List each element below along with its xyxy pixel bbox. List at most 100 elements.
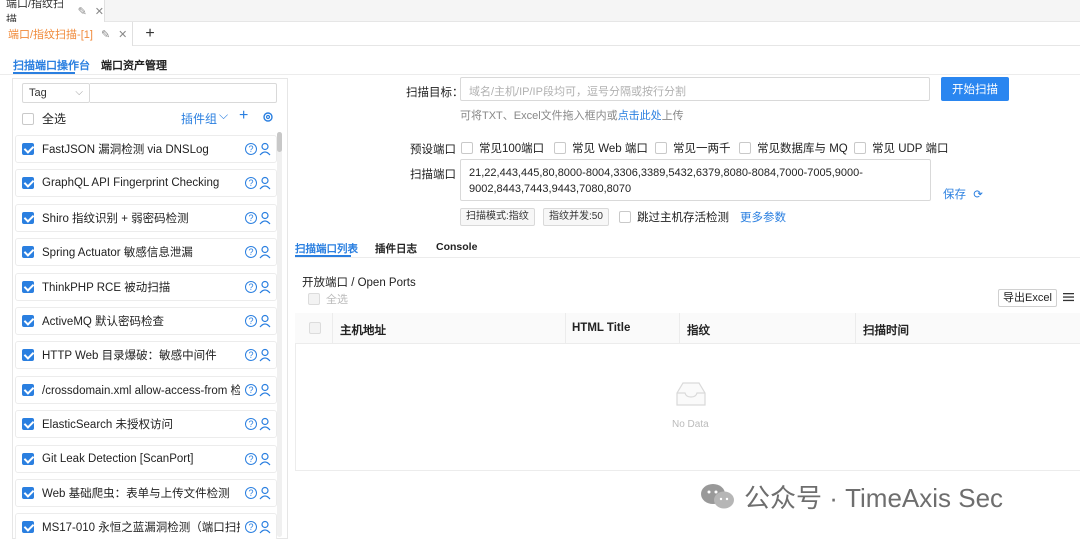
plugin-item[interactable]: Spring Actuator 敏感信息泄漏? <box>15 238 277 267</box>
column-html-title[interactable]: HTML Title <box>572 322 630 334</box>
tab-asset-management[interactable]: 端口资产管理 <box>101 57 167 73</box>
user-icon[interactable] <box>259 176 271 190</box>
user-icon[interactable] <box>259 486 271 500</box>
checkbox[interactable] <box>22 383 34 396</box>
plugin-item[interactable]: ThinkPHP RCE 被动扫描? <box>15 272 277 301</box>
concurrency-pill[interactable]: 指纹并发:50 <box>543 208 609 226</box>
preset-common-thousands[interactable]: 常见一两千 <box>655 140 731 156</box>
tab-console[interactable]: Console <box>436 241 477 253</box>
user-icon[interactable] <box>259 348 271 362</box>
tab-scan-console[interactable]: 扫描端口操作台 <box>13 57 90 73</box>
plugin-item[interactable]: ActiveMQ 默认密码检查? <box>15 307 277 335</box>
user-icon[interactable] <box>259 383 271 397</box>
help-icon[interactable]: ? <box>245 521 257 534</box>
checkbox[interactable] <box>22 315 34 327</box>
plugin-item[interactable]: FastJSON 漏洞检测 via DNSLog? <box>15 135 277 163</box>
edit-icon[interactable]: ✎ <box>101 28 110 41</box>
checkbox[interactable] <box>619 211 631 223</box>
help-icon[interactable]: ? <box>245 211 257 224</box>
help-icon[interactable]: ? <box>245 280 257 293</box>
tab-plugin-log[interactable]: 插件日志 <box>375 241 417 256</box>
help-icon[interactable]: ? <box>245 349 257 362</box>
help-icon[interactable]: ? <box>245 143 257 155</box>
add-tab-button[interactable]: + <box>138 22 162 46</box>
plugin-item[interactable]: HTTP Web 目录爆破：敏感中间件? <box>15 341 277 370</box>
plugin-item[interactable]: Web 基础爬虫：表单与上传文件检测? <box>15 479 277 507</box>
tab-port-scan-1[interactable]: 端口/指纹扫描-[1] ✎ ✕ <box>0 22 133 46</box>
user-icon[interactable] <box>259 452 271 466</box>
start-scan-button[interactable]: 开始扫描 <box>941 77 1009 101</box>
preset-udp[interactable]: 常见 UDP 端口 <box>854 140 948 156</box>
close-icon[interactable]: ✕ <box>95 5 104 18</box>
more-params-link[interactable]: 更多参数 <box>740 209 786 225</box>
plugin-group-dropdown[interactable]: 插件组 <box>181 110 217 127</box>
skip-alive-check[interactable]: 跳过主机存活检测 <box>619 209 729 225</box>
select-all-results[interactable]: 全选 <box>308 291 348 307</box>
help-icon[interactable]: ? <box>245 452 257 465</box>
preset-db-mq[interactable]: 常见数据库与 MQ <box>739 140 848 156</box>
checkbox[interactable] <box>655 142 667 154</box>
plugin-item[interactable]: /crossdomain.xml allow-access-from 检查? <box>15 375 277 404</box>
checkbox[interactable] <box>22 112 34 125</box>
export-excel-button[interactable]: 导出Excel <box>998 289 1057 307</box>
column-fingerprint[interactable]: 指纹 <box>687 322 710 338</box>
checkbox[interactable] <box>854 142 866 154</box>
scrollbar-thumb[interactable] <box>277 132 282 152</box>
preset-common-100[interactable]: 常见100端口 <box>461 140 544 156</box>
user-icon[interactable] <box>259 314 271 328</box>
user-icon[interactable] <box>259 280 271 294</box>
menu-icon[interactable] <box>1063 292 1074 302</box>
ports-textarea[interactable]: 21,22,443,445,80,8000-8004,3306,3389,543… <box>460 159 931 201</box>
gear-icon[interactable] <box>262 111 274 123</box>
preset-web-ports[interactable]: 常见 Web 端口 <box>554 140 648 156</box>
scan-mode-pill[interactable]: 扫描模式:指纹 <box>460 208 535 226</box>
checkbox[interactable] <box>22 349 34 362</box>
checkbox[interactable] <box>22 452 34 465</box>
chevron-down-icon[interactable]: ⌵ <box>219 108 228 123</box>
plugin-item[interactable]: ElasticSearch 未授权访问? <box>15 410 277 439</box>
checkbox[interactable] <box>554 142 566 154</box>
column-host[interactable]: 主机地址 <box>340 322 386 338</box>
help-icon[interactable]: ? <box>245 487 257 499</box>
checkbox[interactable] <box>22 177 34 190</box>
select-all-plugins[interactable]: 全选 <box>22 110 66 127</box>
tab-port-scan[interactable]: 端口/指纹扫描 ✎ ✕ <box>0 0 105 26</box>
upload-link[interactable]: 点击此处 <box>618 110 662 122</box>
user-icon[interactable] <box>259 142 271 156</box>
user-icon[interactable] <box>259 211 271 225</box>
checkbox[interactable] <box>22 487 34 499</box>
checkbox[interactable] <box>22 521 34 534</box>
user-icon[interactable] <box>259 245 271 259</box>
checkbox[interactable] <box>22 143 34 155</box>
checkbox[interactable] <box>22 418 34 431</box>
user-icon[interactable] <box>259 417 271 431</box>
checkbox[interactable] <box>308 293 320 305</box>
tag-filter-input[interactable] <box>90 83 277 103</box>
help-icon[interactable]: ? <box>245 315 257 327</box>
edit-icon[interactable]: ✎ <box>78 5 87 18</box>
checkbox[interactable] <box>22 211 34 224</box>
checkbox[interactable] <box>739 142 751 154</box>
tag-select[interactable]: Tag ⌵ <box>22 83 90 103</box>
plugin-item[interactable]: MS17-010 永恒之蓝漏洞检测（端口扫描）? <box>15 513 277 539</box>
header-checkbox[interactable] <box>309 322 321 334</box>
refresh-icon[interactable]: ⟳ <box>973 189 983 201</box>
help-icon[interactable]: ? <box>245 177 257 190</box>
help-icon[interactable]: ? <box>245 246 257 259</box>
plugin-item[interactable]: Shiro 指纹识别 + 弱密码检测? <box>15 203 277 232</box>
add-icon[interactable]: + <box>239 107 248 125</box>
column-scan-time[interactable]: 扫描时间 <box>863 322 909 338</box>
close-icon[interactable]: ✕ <box>118 28 127 41</box>
scrollbar-track[interactable] <box>277 132 282 537</box>
save-button[interactable]: 保存 ⟳ <box>943 186 983 202</box>
checkbox[interactable] <box>22 280 34 293</box>
checkbox[interactable] <box>22 246 34 259</box>
plugin-item[interactable]: GraphQL API Fingerprint Checking? <box>15 169 277 198</box>
checkbox[interactable] <box>461 142 473 154</box>
help-icon[interactable]: ? <box>245 383 257 396</box>
help-icon[interactable]: ? <box>245 418 257 431</box>
user-icon[interactable] <box>259 520 271 534</box>
target-input[interactable]: 域名/主机/IP/IP段均可，逗号分隔或按行分割 <box>460 77 930 101</box>
tab-port-list[interactable]: 扫描端口列表 <box>295 241 358 256</box>
plugin-item[interactable]: Git Leak Detection [ScanPort]? <box>15 444 277 473</box>
